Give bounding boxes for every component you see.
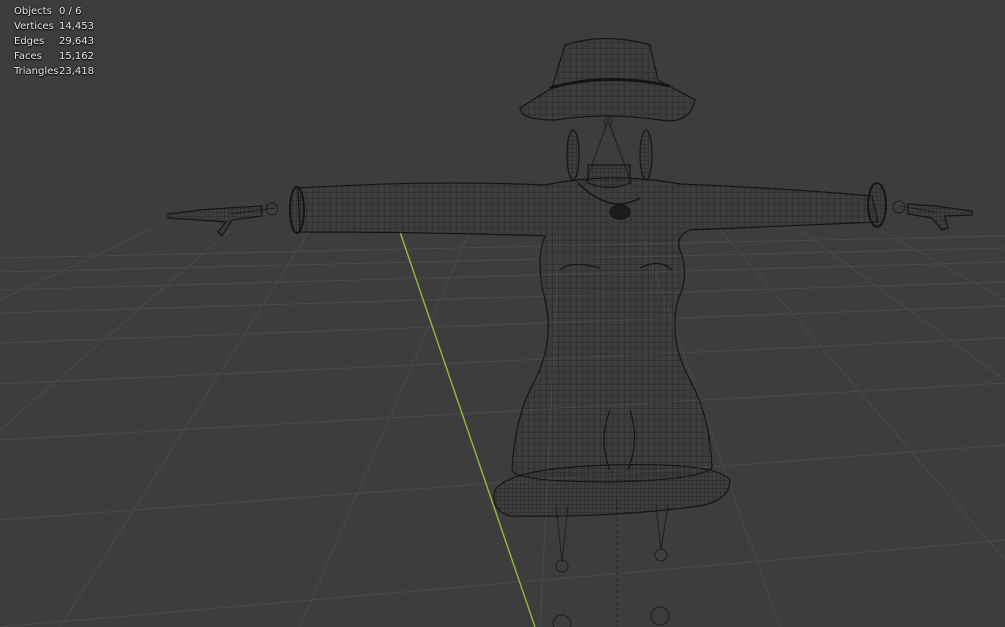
stat-label: Vertices [14, 21, 54, 32]
stat-row-vertices: Vertices 14,453 [14, 19, 94, 34]
right-earring-mesh[interactable] [639, 129, 653, 181]
stat-value: 29,643 [59, 36, 94, 47]
stat-row-objects: Objects 0 / 6 [14, 4, 94, 19]
stat-label: Edges [14, 36, 45, 47]
floor-grid [0, 229, 1005, 627]
stat-label: Triangles [14, 66, 59, 77]
stat-label: Objects [14, 6, 52, 17]
y-axis-line [399, 231, 536, 627]
3d-viewport[interactable]: Objects 0 / 6 Vertices 14,453 Edges 29,6… [0, 0, 1005, 627]
character-wireframe-mesh[interactable] [167, 37, 973, 517]
stat-row-faces: Faces 15,162 [14, 49, 94, 64]
stat-row-triangles: Triangles 23,418 [14, 64, 94, 79]
stat-label: Faces [14, 51, 42, 62]
stat-value: 15,162 [59, 51, 94, 62]
body-mesh[interactable] [297, 177, 879, 483]
left-earring-mesh[interactable] [566, 129, 580, 181]
stat-value: 14,453 [59, 21, 94, 32]
left-hand-mesh[interactable] [167, 205, 263, 237]
viewport-statistics-overlay: Objects 0 / 6 Vertices 14,453 Edges 29,6… [14, 4, 94, 79]
right-hand-mesh[interactable] [907, 203, 973, 231]
stat-row-edges: Edges 29,643 [14, 34, 94, 49]
stat-value: 23,418 [59, 66, 94, 77]
stat-value: 0 / 6 [59, 6, 82, 17]
viewport-scene[interactable] [0, 0, 1005, 627]
